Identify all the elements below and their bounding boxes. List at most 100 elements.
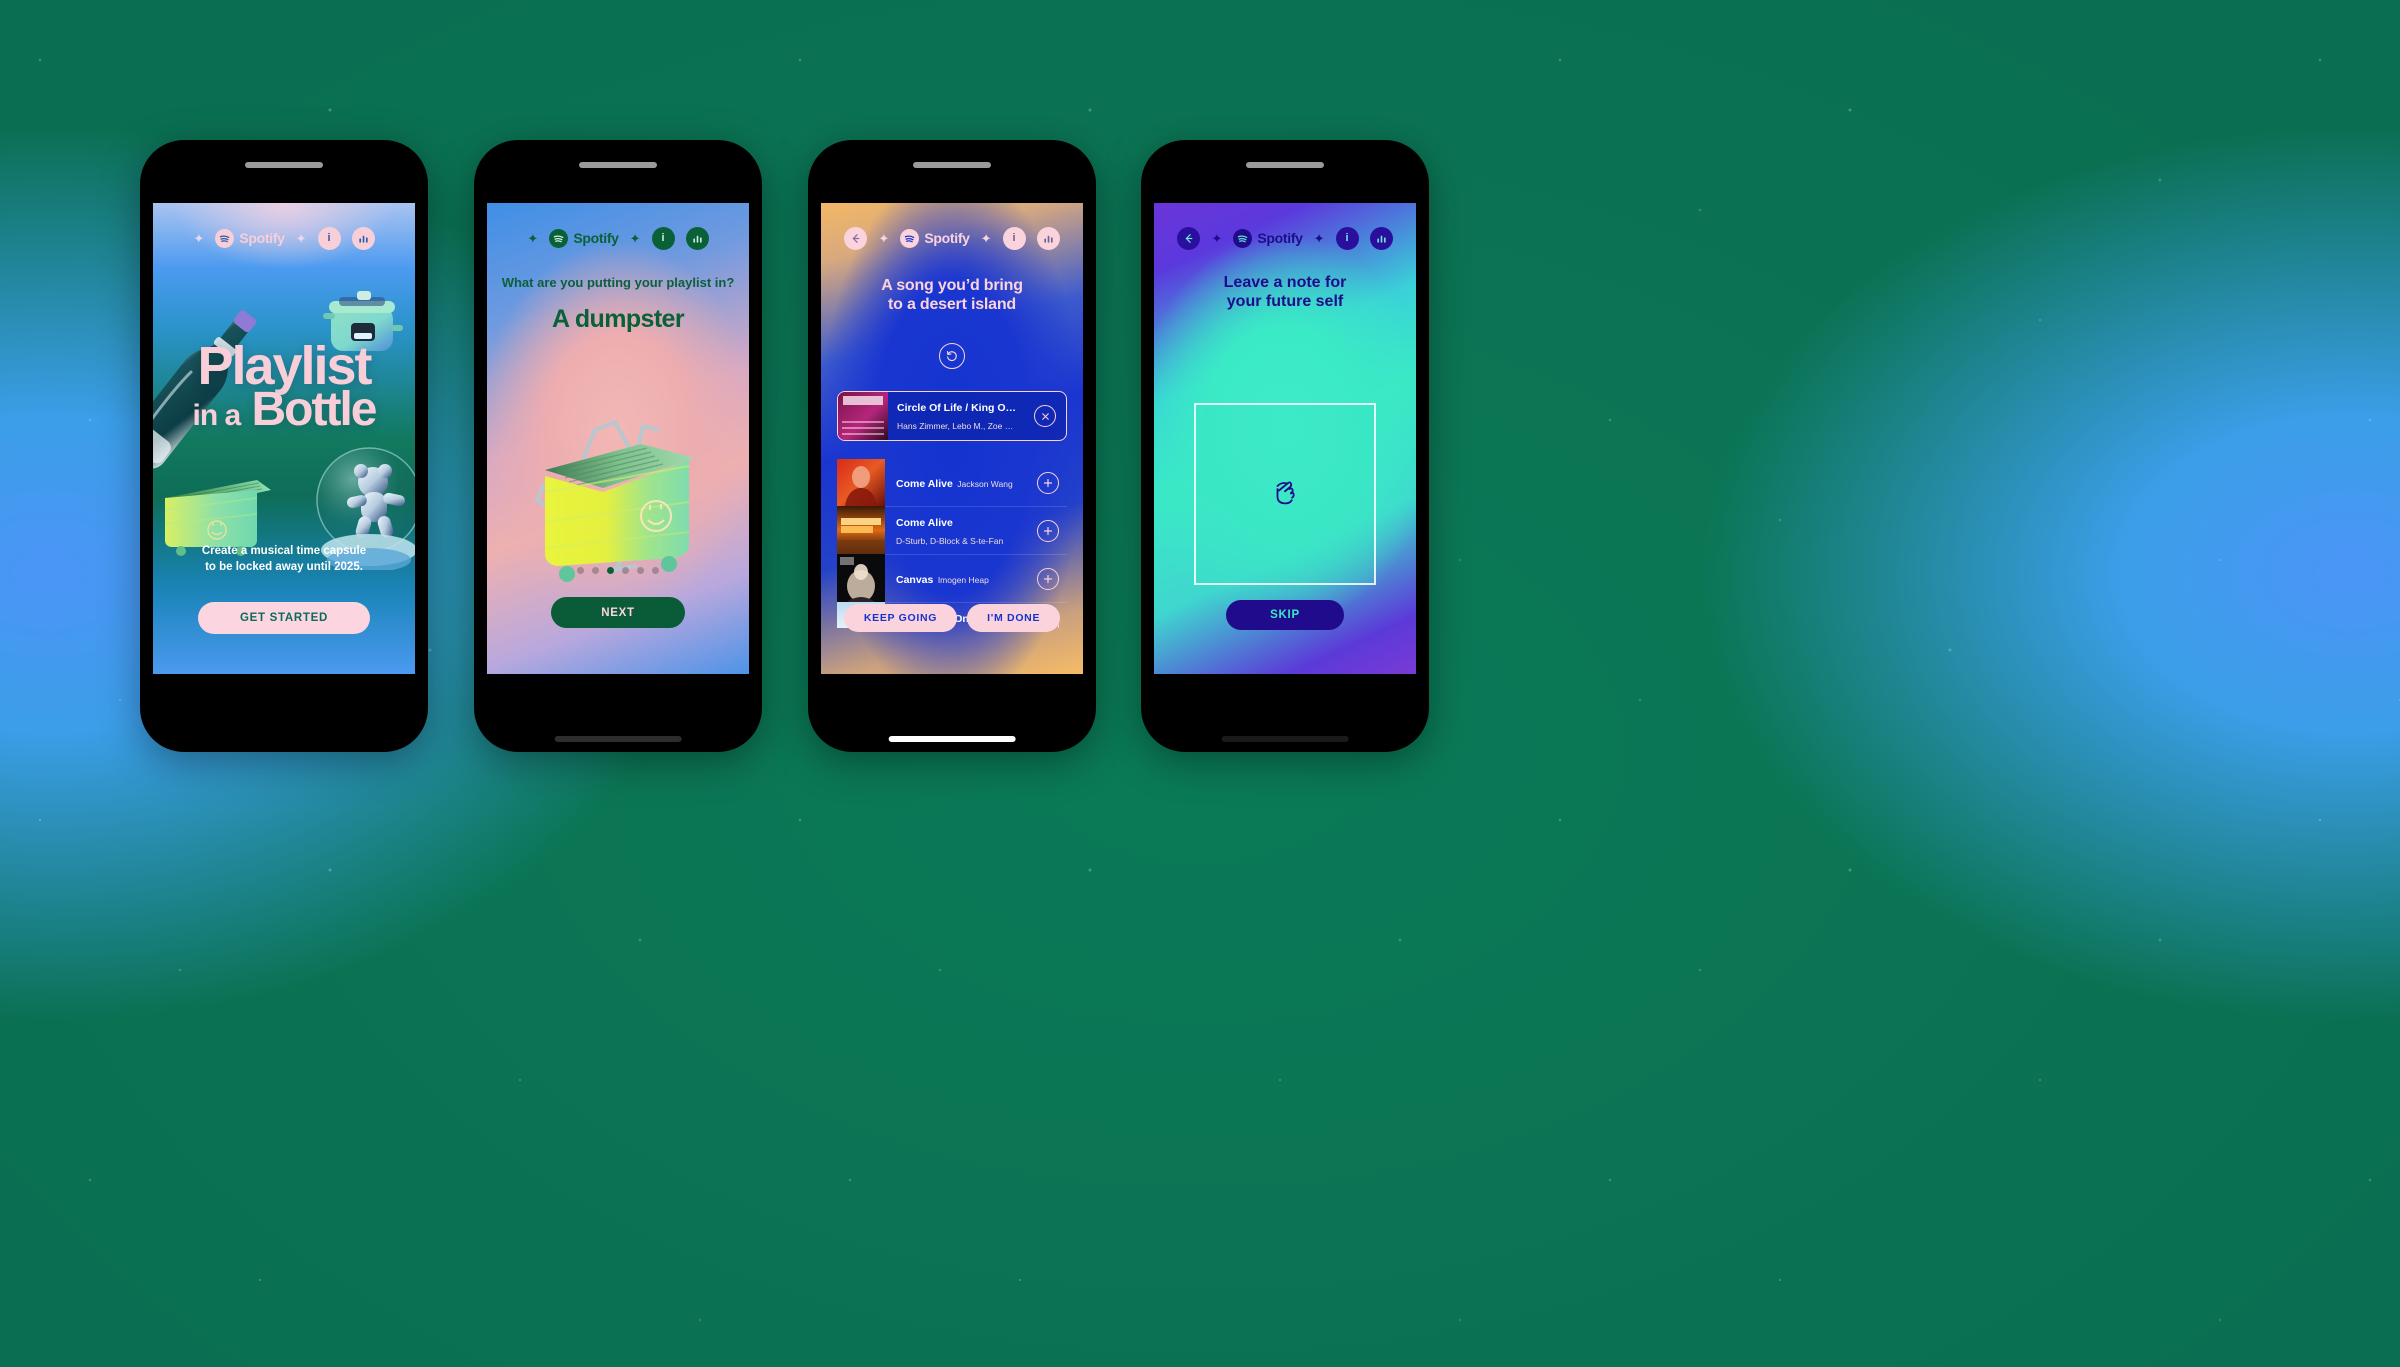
home-indicator xyxy=(888,736,1016,742)
phone-3-topbar: ✦ Spotify ✦ i xyxy=(821,223,1083,253)
phone-speaker-grill xyxy=(1246,162,1324,168)
pagination-dot[interactable] xyxy=(622,567,629,574)
prompt-text: A song you’d bring to a desert island xyxy=(821,277,1083,315)
question-text: What are you putting your playlist in? xyxy=(501,275,735,290)
refresh-icon[interactable] xyxy=(939,343,965,369)
prompt-line-2: your future self xyxy=(1226,293,1344,311)
tagline-line-1: Create a musical time capsule xyxy=(201,544,367,557)
song-meta: Canvas Imogen Heap xyxy=(896,570,1028,588)
song-artist: Imogen Heap xyxy=(937,574,989,585)
album-art xyxy=(837,505,887,556)
phone-mockup-2: ✦ Spotify ✦ i What are you putting your … xyxy=(474,140,762,752)
phone-4-screen: ✦ Spotify ✦ i Leave a note for your futu… xyxy=(1154,203,1416,674)
home-indicator xyxy=(554,736,682,742)
hero-line-2-small: in a xyxy=(192,399,241,433)
spotify-logo: Spotify xyxy=(900,228,970,248)
phone-2-topbar: ✦ Spotify ✦ i xyxy=(487,223,749,253)
pagination-dot[interactable] xyxy=(652,567,659,574)
chart-icon[interactable] xyxy=(685,226,709,250)
keep-going-button[interactable]: KEEP GOING xyxy=(843,604,958,632)
phone-3-screen: ✦ Spotify ✦ i A song you’d bring to a de… xyxy=(821,203,1083,674)
spotify-wordmark: Spotify xyxy=(239,230,285,246)
phone-mockup-4: ✦ Spotify ✦ i Leave a note for your futu… xyxy=(1141,140,1429,752)
info-icon[interactable]: i xyxy=(317,226,341,250)
hero-line-2: in a Bottle xyxy=(153,386,415,434)
hero-line-2-big: Bottle xyxy=(251,383,378,437)
hand-draw-icon xyxy=(1267,474,1303,515)
add-song-button[interactable] xyxy=(1037,567,1059,590)
song-title: Canvas xyxy=(896,573,934,586)
prompt-line-1: A song you’d bring xyxy=(881,277,1023,294)
home-indicator xyxy=(1221,736,1349,742)
answer-text: A dumpster xyxy=(552,305,685,333)
back-button[interactable] xyxy=(844,226,868,250)
spotify-wordmark: Spotify xyxy=(573,230,619,246)
phone-2-screen: ✦ Spotify ✦ i What are you putting your … xyxy=(487,203,749,674)
spotify-logo: Spotify xyxy=(215,228,285,248)
page-title: Playlist in a Bottle xyxy=(153,339,415,434)
song-results-list[interactable]: Come Alive Jackson Wang Come Alive D-Stu… xyxy=(837,459,1067,628)
chart-icon[interactable] xyxy=(1036,226,1060,250)
prompt-line-1: Leave a note for xyxy=(1223,274,1347,291)
prompt-line-2: to a desert island xyxy=(888,295,1016,313)
pagination-dot[interactable] xyxy=(592,567,599,574)
sparkle-left-icon: ✦ xyxy=(1211,230,1223,246)
spotify-logo-icon xyxy=(900,228,920,248)
spotify-wordmark: Spotify xyxy=(924,230,970,246)
info-icon[interactable]: i xyxy=(1002,226,1026,250)
song-artist: Hans Zimmer, Lebo M., Zoe … xyxy=(897,421,1014,431)
phone-speaker-grill xyxy=(913,162,991,168)
sparkle-left-icon: ✦ xyxy=(878,230,890,246)
sparkle-right-icon: ✦ xyxy=(1313,230,1325,246)
pagination-dot-active[interactable] xyxy=(607,567,614,574)
drawing-canvas[interactable] xyxy=(1194,403,1376,585)
phone-1-screen: ✦ Spotify ✦ i Playlist in a Bottle Creat… xyxy=(153,203,415,674)
album-art xyxy=(837,553,887,604)
song-title: Come Alive xyxy=(896,516,953,529)
phone-4-topbar: ✦ Spotify ✦ i xyxy=(1154,223,1416,253)
song-artist: Jackson Wang xyxy=(957,478,1013,489)
spotify-logo: Spotify xyxy=(549,228,619,248)
add-song-button[interactable] xyxy=(1037,519,1059,542)
song-title: Come Alive xyxy=(896,477,953,490)
phone-1-topbar: ✦ Spotify ✦ i xyxy=(153,223,415,253)
action-button-bar: KEEP GOING I'M DONE xyxy=(821,604,1083,632)
song-meta: Come Alive Jackson Wang xyxy=(896,474,1028,492)
song-row[interactable]: Canvas Imogen Heap xyxy=(837,553,1067,604)
prompt-text: Leave a note for your future self xyxy=(1154,273,1416,311)
sparkle-left-icon: ✦ xyxy=(527,230,539,246)
tagline-line-2: to be locked away until 2025. xyxy=(205,561,363,574)
remove-song-button[interactable] xyxy=(1034,405,1056,427)
info-icon[interactable]: i xyxy=(651,226,675,250)
song-meta: Come Alive D-Sturb, D-Block & S-te-Fan xyxy=(896,513,1028,549)
sparkle-left-icon: ✦ xyxy=(193,230,205,246)
next-button[interactable]: NEXT xyxy=(551,597,685,628)
skip-button[interactable]: SKIP xyxy=(1226,600,1344,630)
chart-icon[interactable] xyxy=(351,226,375,250)
info-icon[interactable]: i xyxy=(1335,226,1359,250)
song-row[interactable]: Come Alive D-Sturb, D-Block & S-te-Fan xyxy=(837,505,1067,556)
phone-mockup-3: ✦ Spotify ✦ i A song you’d bring to a de… xyxy=(808,140,1096,752)
get-started-button[interactable]: GET STARTED xyxy=(198,602,370,634)
selected-song-card[interactable]: Circle Of Life / King O… Hans Zimmer, Le… xyxy=(837,391,1067,441)
pagination-dot[interactable] xyxy=(637,567,644,574)
phone-speaker-grill xyxy=(245,162,323,168)
pagination-dot[interactable] xyxy=(577,567,584,574)
add-song-button[interactable] xyxy=(1037,471,1059,494)
im-done-button[interactable]: I'M DONE xyxy=(967,604,1061,632)
back-button[interactable] xyxy=(1177,226,1201,250)
home-indicator xyxy=(221,736,348,742)
song-row[interactable]: Come Alive Jackson Wang xyxy=(837,459,1067,507)
pagination-dots xyxy=(487,567,749,574)
sparkle-right-icon: ✦ xyxy=(980,230,992,246)
spotify-logo-icon xyxy=(549,228,569,248)
chart-icon[interactable] xyxy=(1369,226,1393,250)
album-art xyxy=(837,459,887,508)
phone-speaker-grill xyxy=(579,162,657,168)
album-art xyxy=(838,392,888,440)
spotify-wordmark: Spotify xyxy=(1257,230,1303,246)
spotify-logo-icon xyxy=(1233,228,1253,248)
spotify-logo-icon xyxy=(215,228,235,248)
phone-mockup-1: ✦ Spotify ✦ i Playlist in a Bottle Creat… xyxy=(140,140,428,752)
song-meta: Circle Of Life / King O… Hans Zimmer, Le… xyxy=(897,398,1025,434)
